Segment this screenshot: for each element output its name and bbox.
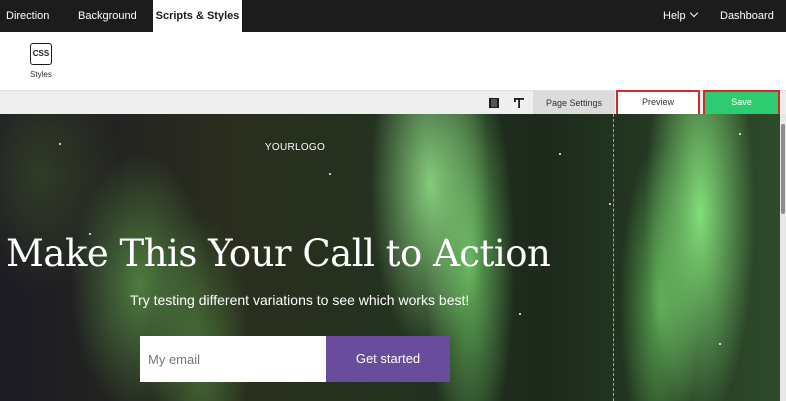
page-headline[interactable]: Make This Your Call to Action: [6, 232, 551, 275]
pin-icon[interactable]: [508, 91, 530, 115]
tab-background[interactable]: Background: [78, 0, 137, 32]
styles-tool[interactable]: CSS Styles: [24, 43, 58, 79]
help-label: Help: [663, 10, 686, 22]
top-nav: Direction Background Scripts & Styles He…: [0, 0, 786, 32]
get-started-button[interactable]: Get started: [326, 336, 450, 382]
guide-line: [613, 114, 614, 401]
chevron-down-icon: [689, 8, 698, 18]
page-canvas: YOURLOGO Make This Your Call to Action T…: [0, 114, 780, 401]
logo[interactable]: YOURLOGO: [240, 142, 350, 153]
tab-scripts-styles[interactable]: Scripts & Styles: [153, 0, 242, 32]
dashboard-link[interactable]: Dashboard: [720, 0, 774, 32]
styles-label: Styles: [30, 70, 52, 79]
action-bar: Page Settings Preview Save: [0, 90, 786, 116]
help-menu[interactable]: Help: [663, 0, 698, 32]
preview-button[interactable]: Preview: [616, 90, 700, 116]
tool-panel: CSS Styles: [0, 32, 786, 90]
css-icon: CSS: [30, 43, 52, 65]
desktop-view-icon[interactable]: [483, 91, 505, 115]
email-field[interactable]: [140, 336, 326, 382]
page-subheadline[interactable]: Try testing different variations to see …: [130, 292, 469, 308]
scrollbar[interactable]: [780, 114, 786, 401]
scrollbar-thumb[interactable]: [781, 124, 785, 214]
page-settings-button[interactable]: Page Settings: [533, 91, 615, 115]
tab-direction[interactable]: Direction: [6, 0, 49, 32]
save-button[interactable]: Save: [703, 90, 780, 116]
